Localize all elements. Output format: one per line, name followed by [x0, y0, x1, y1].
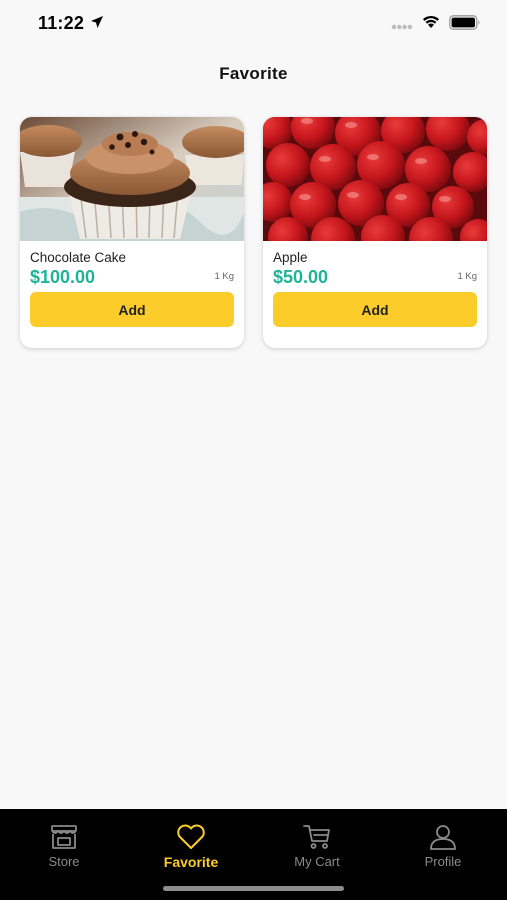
- status-bar: 11:22: [0, 0, 507, 46]
- product-unit: 1 Kg: [457, 271, 477, 282]
- tab-label: Favorite: [163, 854, 219, 870]
- wifi-icon: [423, 15, 439, 28]
- battery-icon: [449, 15, 480, 30]
- product-unit: 1 Kg: [214, 271, 234, 282]
- store-icon: [51, 825, 77, 849]
- cupcake-image: [20, 117, 244, 241]
- cellular-signal-icon: [391, 24, 413, 30]
- tab-store[interactable]: Store: [14, 823, 114, 873]
- heart-icon: [177, 824, 205, 849]
- home-indicator: [163, 886, 344, 891]
- location-arrow-icon: [91, 16, 103, 28]
- tab-cart[interactable]: My Cart: [267, 823, 367, 873]
- tab-label: My Cart: [294, 854, 340, 869]
- page-title: Favorite: [219, 64, 288, 83]
- profile-icon: [430, 825, 456, 850]
- product-price: $50.00: [273, 267, 329, 287]
- tab-label: Profile: [424, 854, 462, 869]
- product-card[interactable]: Chocolate Cake $100.00 1 Kg Add: [20, 117, 244, 348]
- apples-image: [263, 117, 487, 241]
- tab-profile[interactable]: Profile: [393, 823, 493, 873]
- status-time: 11:22: [38, 13, 85, 33]
- tab-favorite[interactable]: Favorite: [141, 823, 241, 873]
- product-card[interactable]: Apple $50.00 1 Kg Add: [263, 117, 487, 348]
- product-price: $100.00: [30, 267, 96, 287]
- cart-icon: [303, 825, 330, 849]
- tab-label: Store: [48, 854, 80, 869]
- add-button[interactable]: Add: [273, 292, 477, 327]
- product-name: Apple: [273, 250, 308, 265]
- add-button[interactable]: Add: [30, 292, 234, 327]
- product-name: Chocolate Cake: [30, 250, 127, 265]
